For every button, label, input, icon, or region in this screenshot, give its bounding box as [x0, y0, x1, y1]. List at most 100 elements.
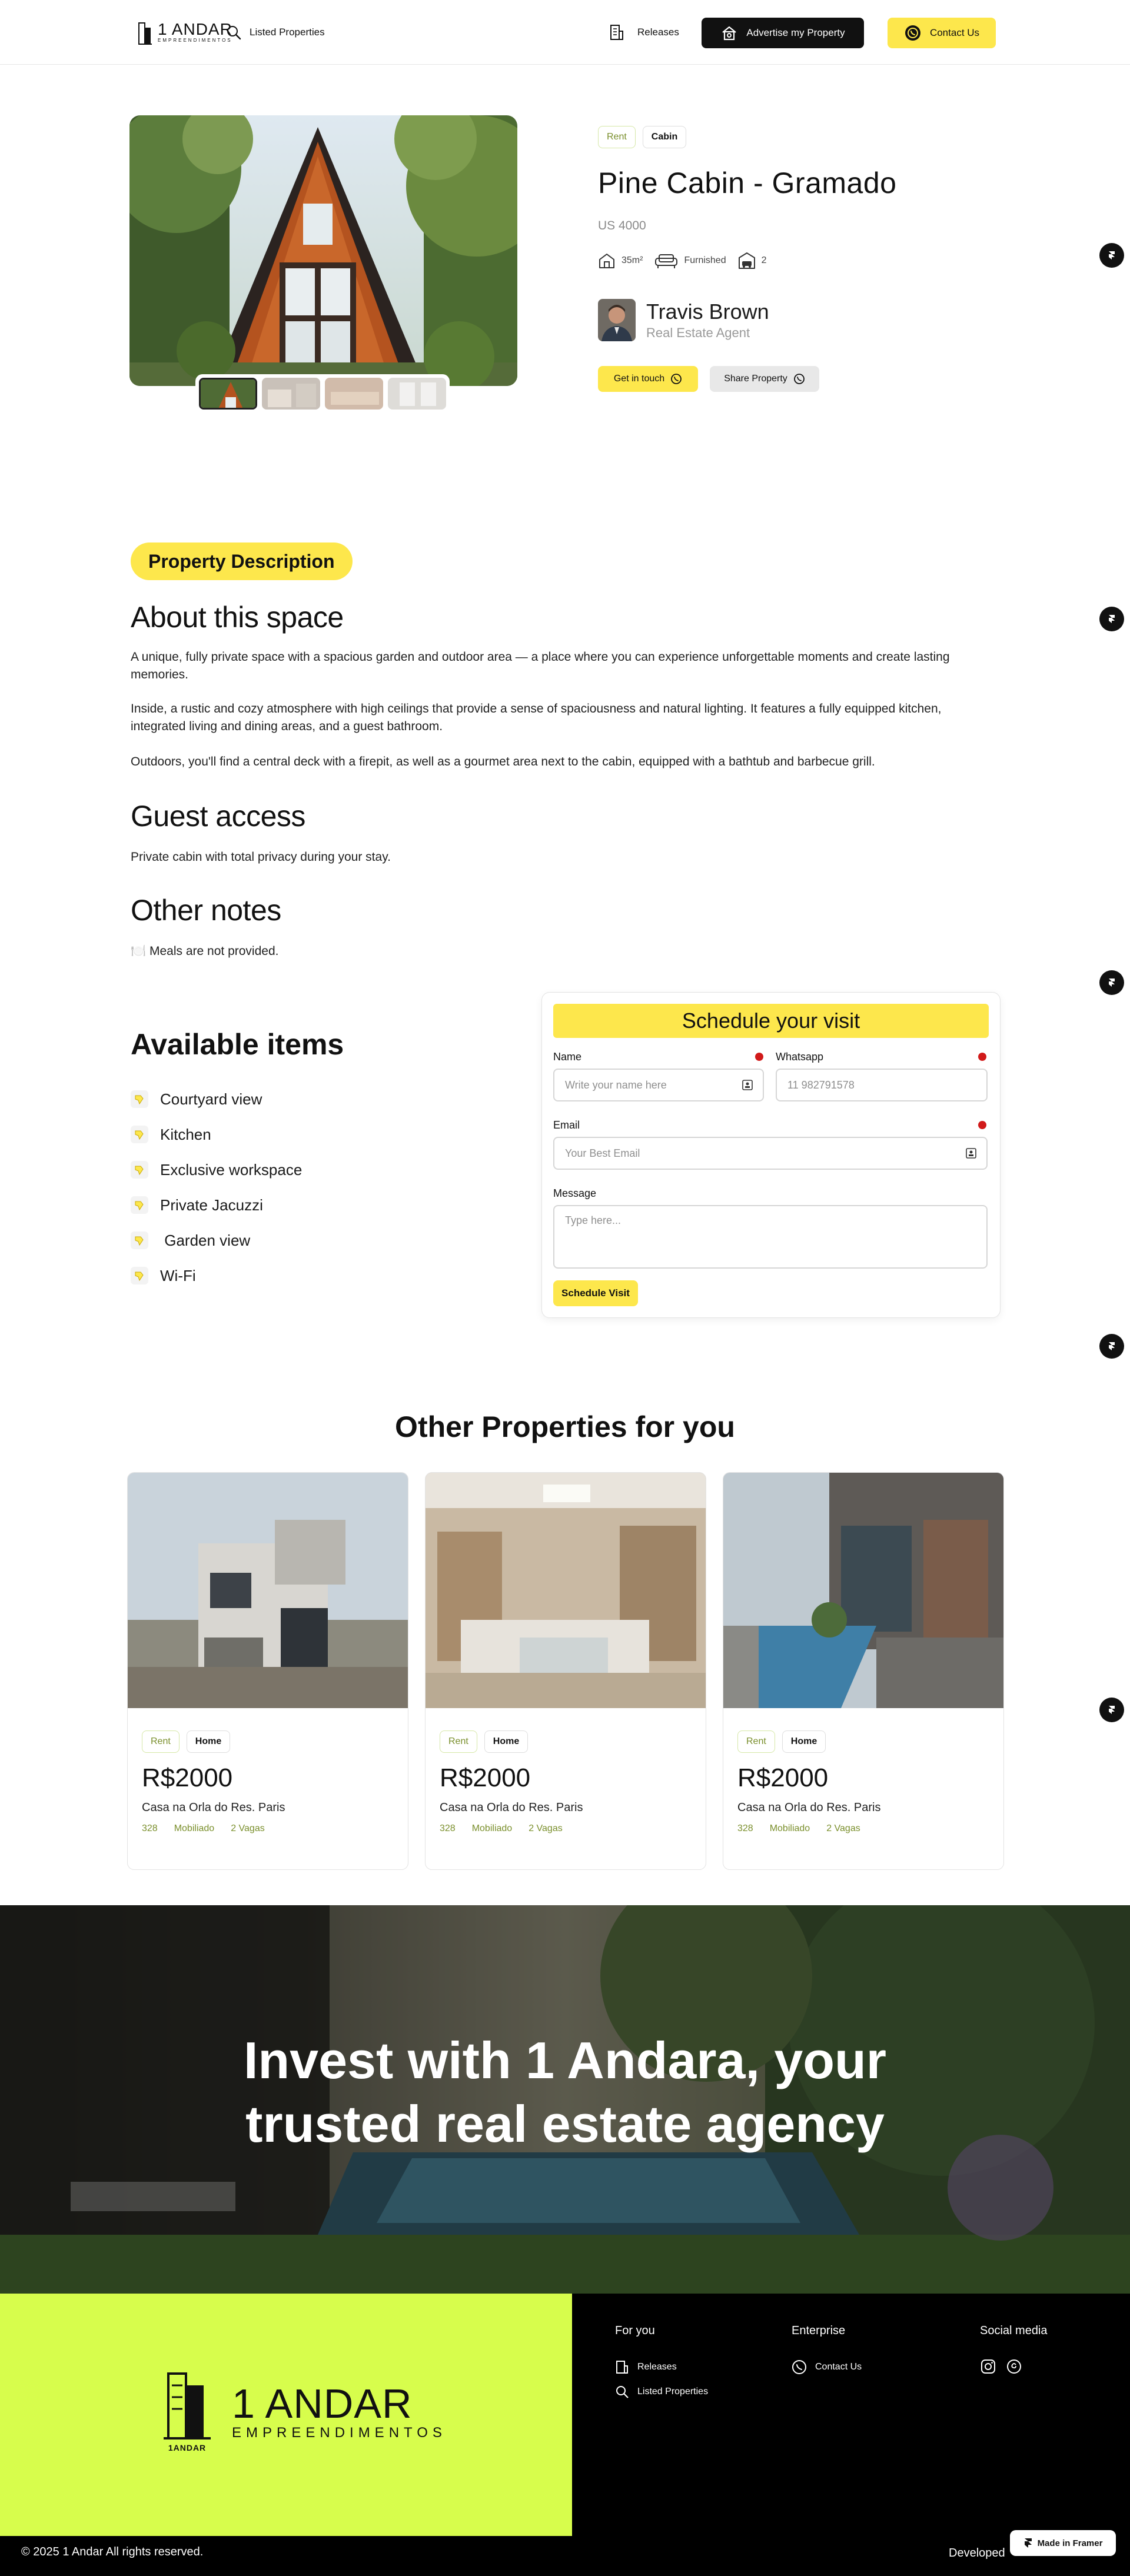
property-card[interactable]: Rent Home R$2000 Casa na Orla do Res. Pa… [723, 1472, 1004, 1870]
nav-listed-properties[interactable]: Listed Properties [226, 21, 325, 44]
list-item: Garden view [131, 1223, 302, 1258]
building-logo-icon [164, 2372, 211, 2439]
framer-icon[interactable] [1099, 243, 1124, 268]
item-label: Wi-Fi [160, 1266, 196, 1284]
get-in-touch-button[interactable]: Get in touch [598, 366, 698, 392]
message-label: Message [553, 1187, 597, 1199]
contact-us-button[interactable]: Contact Us [888, 18, 996, 48]
meta-furnished: Mobiliado [769, 1823, 810, 1833]
framer-icon[interactable] [1099, 607, 1124, 631]
guest-access-text: Private cabin with total privacy during … [131, 850, 391, 864]
footer-logo-small: 1ANDAR [168, 2443, 207, 2452]
required-indicator [755, 1053, 763, 1061]
email-field[interactable] [553, 1137, 988, 1170]
property-card-address: Casa na Orla do Res. Paris [142, 1801, 285, 1814]
check-hand-icon [131, 1196, 148, 1214]
made-in-framer-label: Made in Framer [1037, 2538, 1103, 2548]
whatsapp-icon [793, 374, 805, 384]
logo-sub: EMPREENDIMENTOS [158, 38, 232, 43]
logo-main: 1 ANDAR [158, 20, 232, 38]
check-hand-icon [131, 1126, 148, 1143]
guest-access-title: Guest access [131, 800, 305, 833]
tag-type: Home [782, 1730, 826, 1753]
schedule-visit-button[interactable]: Schedule Visit [553, 1280, 638, 1306]
property-main-photo[interactable] [129, 115, 517, 386]
share-property-label: Share Property [724, 374, 787, 384]
tag-rent: Rent [440, 1730, 477, 1753]
meta-area: 328 [737, 1823, 753, 1833]
framer-icon[interactable] [1099, 1334, 1124, 1359]
agent-role: Real Estate Agent [646, 325, 750, 340]
other-notes-text: 🍽️ Meals are not provided. [131, 943, 996, 960]
property-card[interactable]: Rent Home R$2000 Casa na Orla do Res. Pa… [425, 1472, 706, 1870]
furnished-value: Furnished [684, 255, 726, 265]
banner-line-2: trusted real estate agency [245, 2095, 885, 2153]
footer-logo[interactable]: 1ANDAR 1 ANDAR EMPREENDIMENTOS [158, 2368, 447, 2456]
list-item: Courtyard view [131, 1081, 302, 1117]
footer-link-label: Listed Properties [637, 2387, 709, 2397]
property-card-price: R$2000 [440, 1763, 531, 1792]
footer-logo-mark: 1ANDAR [158, 2368, 217, 2456]
parking-value: 2 [761, 255, 767, 265]
check-hand-icon [131, 1090, 148, 1108]
feature-furnished: Furnished [654, 252, 726, 269]
whatsapp-field[interactable] [776, 1069, 988, 1101]
thumbnail-3[interactable] [325, 378, 384, 410]
whatsapp-icon [905, 25, 920, 41]
footer-logo-main: 1 ANDAR [232, 2381, 413, 2427]
thumbnail-2[interactable] [262, 378, 321, 410]
check-hand-icon [131, 1232, 148, 1249]
footer-link-releases[interactable]: Releases [615, 2355, 708, 2379]
meta-area: 328 [440, 1823, 456, 1833]
id-card-icon [742, 1079, 753, 1091]
property-card-photo [128, 1473, 408, 1708]
footer-link-contact[interactable]: Contact Us [792, 2355, 862, 2379]
property-card-price: R$2000 [737, 1763, 829, 1792]
building-icon [616, 2361, 628, 2374]
email-label: Email [553, 1119, 580, 1131]
advertise-property-button[interactable]: Advertise my Property [702, 18, 864, 48]
threads-icon[interactable] [1006, 2358, 1022, 2375]
tag-rent: Rent [737, 1730, 775, 1753]
property-tags: Rent Cabin [598, 126, 687, 148]
other-properties-title: Other Properties for you [395, 1410, 735, 1443]
garage-icon [738, 252, 755, 269]
required-indicator [978, 1121, 986, 1129]
footer-col-enterprise: Contact Us [792, 2355, 862, 2379]
item-label: Courtyard view [160, 1090, 262, 1108]
thumbnail-4[interactable] [388, 378, 446, 410]
property-card-meta: 328 Mobiliado 2 Vagas [737, 1823, 860, 1834]
search-icon [227, 26, 241, 40]
instagram-icon[interactable] [980, 2358, 996, 2375]
framer-icon[interactable] [1099, 970, 1124, 995]
share-property-button[interactable]: Share Property [710, 366, 819, 392]
property-card-meta: 328 Mobiliado 2 Vagas [440, 1823, 563, 1834]
nav-releases[interactable]: Releases [609, 21, 679, 44]
property-price: US 4000 [598, 219, 646, 232]
thumbnail-1[interactable] [199, 378, 258, 410]
feature-parking: 2 [738, 252, 767, 269]
nav-releases-label: Releases [637, 26, 679, 38]
search-icon [616, 2386, 629, 2398]
meta-furnished: Mobiliado [174, 1823, 215, 1833]
property-card-tags: Rent Home [737, 1730, 826, 1753]
tag-type: Home [484, 1730, 529, 1753]
whatsapp-icon [671, 374, 682, 384]
name-field[interactable] [553, 1069, 764, 1101]
footer-link-label: Releases [637, 2362, 677, 2372]
footer-col-for-you: Releases Listed Properties [615, 2355, 708, 2404]
framer-icon[interactable] [1099, 1698, 1124, 1722]
property-card-photo [426, 1473, 706, 1708]
brand-logo[interactable]: 1 ANDAR EMPREENDIMENTOS [137, 16, 232, 48]
plate-icon: 🍽️ [131, 944, 147, 958]
message-field[interactable] [553, 1205, 988, 1269]
property-card[interactable]: Rent Home R$2000 Casa na Orla do Res. Pa… [127, 1472, 408, 1870]
name-label: Name [553, 1051, 582, 1063]
footer-link-listed[interactable]: Listed Properties [615, 2379, 708, 2404]
made-in-framer-badge[interactable]: Made in Framer [1010, 2530, 1116, 2556]
tag-rent: Rent [142, 1730, 180, 1753]
item-label: Garden view [160, 1231, 251, 1249]
property-features: 35m² Furnished 2 [598, 252, 770, 269]
list-item: Exclusive workspace [131, 1152, 302, 1187]
developed-by-text: Developed [949, 2547, 1005, 2560]
